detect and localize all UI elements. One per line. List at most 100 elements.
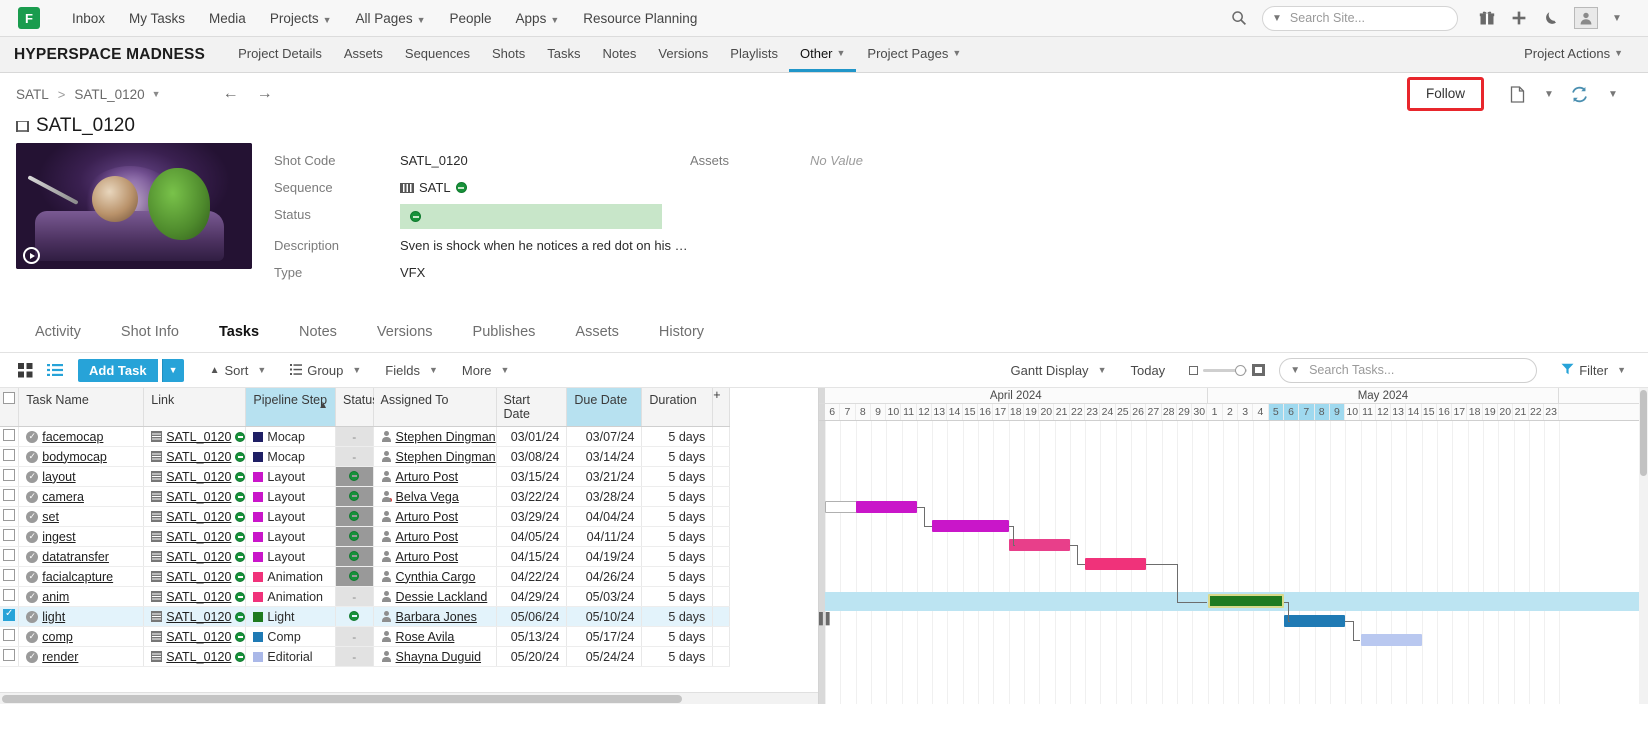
zoom-track[interactable] — [1203, 364, 1248, 376]
row-select-cell[interactable] — [0, 446, 20, 467]
cell-due-date[interactable]: 03/07/24 — [566, 426, 643, 447]
assignee-link[interactable]: Cynthia Cargo — [396, 570, 476, 584]
cell-pipeline-step[interactable]: Mocap — [245, 446, 337, 467]
cell-duration[interactable]: 5 days — [641, 646, 714, 667]
cell-due-date[interactable]: 05/24/24 — [566, 646, 643, 667]
row-checkbox[interactable] — [3, 629, 15, 641]
cell-status[interactable] — [335, 486, 374, 507]
list-view-icon[interactable] — [42, 357, 68, 383]
row-checkbox[interactable] — [3, 608, 15, 621]
tab-versions[interactable]: Versions — [358, 318, 452, 353]
nav-item-people[interactable]: People — [438, 0, 504, 37]
task-name-link[interactable]: light — [42, 610, 65, 624]
cell-pipeline-step[interactable]: Animation — [245, 586, 337, 607]
cell-due-date[interactable]: 04/26/24 — [566, 566, 643, 587]
task-name-link[interactable]: camera — [42, 490, 84, 504]
cell-pipeline-step[interactable]: Layout — [245, 526, 337, 547]
zoom-out-icon[interactable] — [1189, 365, 1199, 375]
cell-duration[interactable]: 5 days — [641, 566, 714, 587]
cell-start-date[interactable]: 03/29/24 — [496, 506, 568, 527]
nav-item-resource-planning[interactable]: Resource Planning — [571, 0, 709, 37]
task-name-link[interactable]: datatransfer — [42, 550, 109, 564]
cell-status[interactable]: - — [335, 446, 374, 467]
cell-due-date[interactable]: 05/17/24 — [566, 626, 643, 647]
assignee-link[interactable]: Arturo Post — [396, 550, 459, 564]
search-site-input[interactable] — [1287, 10, 1448, 26]
back-arrow-icon[interactable]: ← — [223, 85, 239, 103]
filter-menu[interactable]: Filter ▼ — [1551, 357, 1636, 383]
task-name-link[interactable]: bodymocap — [42, 450, 107, 464]
cell-duration[interactable]: 5 days — [641, 586, 714, 607]
gantt-task-bar[interactable] — [932, 520, 1009, 532]
cell-start-date[interactable]: 04/22/24 — [496, 566, 568, 587]
column-header-assigned-to[interactable]: Assigned To — [373, 388, 497, 427]
assignee-link[interactable]: Dessie Lackland — [396, 590, 488, 604]
select-all-header[interactable] — [0, 388, 20, 427]
cell-status[interactable]: - — [335, 646, 374, 667]
cell-due-date[interactable]: 03/28/24 — [566, 486, 643, 507]
gantt-display-menu[interactable]: Gantt Display ▼ — [1001, 357, 1117, 383]
zoom-knob[interactable] — [1235, 364, 1247, 376]
shot-thumbnail[interactable] — [16, 143, 252, 269]
nav-item-media[interactable]: Media — [197, 0, 258, 37]
link-value[interactable]: SATL_0120 — [166, 470, 231, 484]
nav-item-all-pages[interactable]: All Pages ▼ — [344, 0, 438, 37]
cell-start-date[interactable]: 04/05/24 — [496, 526, 568, 547]
cell-link[interactable]: SATL_0120 — [143, 546, 247, 567]
assignee-link[interactable]: Arturo Post — [396, 530, 459, 544]
cell-status[interactable] — [335, 546, 374, 567]
cell-assigned-to[interactable]: Rose Avila — [373, 626, 497, 647]
cell-task-name[interactable]: ✓ set — [18, 506, 145, 527]
cell-assigned-to[interactable]: Arturo Post — [373, 526, 497, 547]
page-icon[interactable] — [1504, 81, 1530, 107]
column-header-status[interactable]: Status — [335, 388, 378, 427]
cell-start-date[interactable]: 03/22/24 — [496, 486, 568, 507]
gift-icon[interactable] — [1472, 3, 1502, 33]
project-tab-shots[interactable]: Shots — [481, 37, 536, 72]
cell-start-date[interactable]: 03/08/24 — [496, 446, 568, 467]
grid-view-icon[interactable] — [12, 357, 38, 383]
page-menu-chevron-icon[interactable]: ▼ — [1534, 81, 1560, 107]
nav-item-apps[interactable]: Apps ▼ — [504, 0, 572, 37]
cell-pipeline-step[interactable]: Comp — [245, 626, 337, 647]
column-header-duration[interactable]: Duration — [641, 388, 714, 427]
cell-assigned-to[interactable]: Dessie Lackland — [373, 586, 497, 607]
row-select-cell[interactable] — [0, 646, 20, 667]
cell-start-date[interactable]: 05/20/24 — [496, 646, 568, 667]
assignee-link[interactable]: Stephen Dingman — [396, 430, 495, 444]
add-task-dropdown-icon[interactable]: ▼ — [161, 358, 184, 382]
cell-start-date[interactable]: 04/15/24 — [496, 546, 568, 567]
row-select-cell[interactable] — [0, 426, 20, 447]
cell-task-name[interactable]: ✓ ingest — [18, 526, 145, 547]
gantt-task-bar[interactable] — [1284, 615, 1346, 627]
gantt-task-bar[interactable] — [1085, 558, 1147, 570]
task-name-link[interactable]: facemocap — [42, 430, 103, 444]
cell-due-date[interactable]: 03/14/24 — [566, 446, 643, 467]
project-tab-playlists[interactable]: Playlists — [719, 37, 789, 72]
cell-status[interactable]: - — [335, 426, 374, 447]
task-name-link[interactable]: layout — [42, 470, 75, 484]
search-icon[interactable] — [1224, 3, 1254, 33]
tab-notes[interactable]: Notes — [280, 318, 356, 353]
row-checkbox[interactable] — [3, 549, 15, 561]
task-name-link[interactable]: ingest — [42, 530, 75, 544]
link-value[interactable]: SATL_0120 — [166, 590, 231, 604]
cell-due-date[interactable]: 04/04/24 — [566, 506, 643, 527]
user-menu-chevron-icon[interactable]: ▼ — [1600, 3, 1630, 33]
cell-status[interactable] — [335, 506, 374, 527]
status-badge[interactable] — [400, 204, 662, 229]
grid-horizontal-scrollbar[interactable] — [0, 692, 818, 704]
more-chevron-icon[interactable]: ▼ — [1598, 81, 1624, 107]
tab-publishes[interactable]: Publishes — [454, 318, 555, 353]
cell-assigned-to[interactable]: Arturo Post — [373, 546, 497, 567]
cell-start-date[interactable]: 05/06/24 — [496, 606, 568, 627]
cell-assigned-to[interactable]: Shayna Duguid — [373, 646, 497, 667]
row-checkbox[interactable] — [3, 449, 15, 461]
cell-duration[interactable]: 5 days — [641, 466, 714, 487]
cell-pipeline-step[interactable]: Light — [245, 606, 337, 627]
cell-link[interactable]: SATL_0120 — [143, 586, 247, 607]
cell-duration[interactable]: 5 days — [641, 526, 714, 547]
cell-status[interactable] — [335, 566, 374, 587]
cell-link[interactable]: SATL_0120 — [143, 426, 247, 447]
assignee-link[interactable]: Belva Vega — [396, 490, 459, 504]
